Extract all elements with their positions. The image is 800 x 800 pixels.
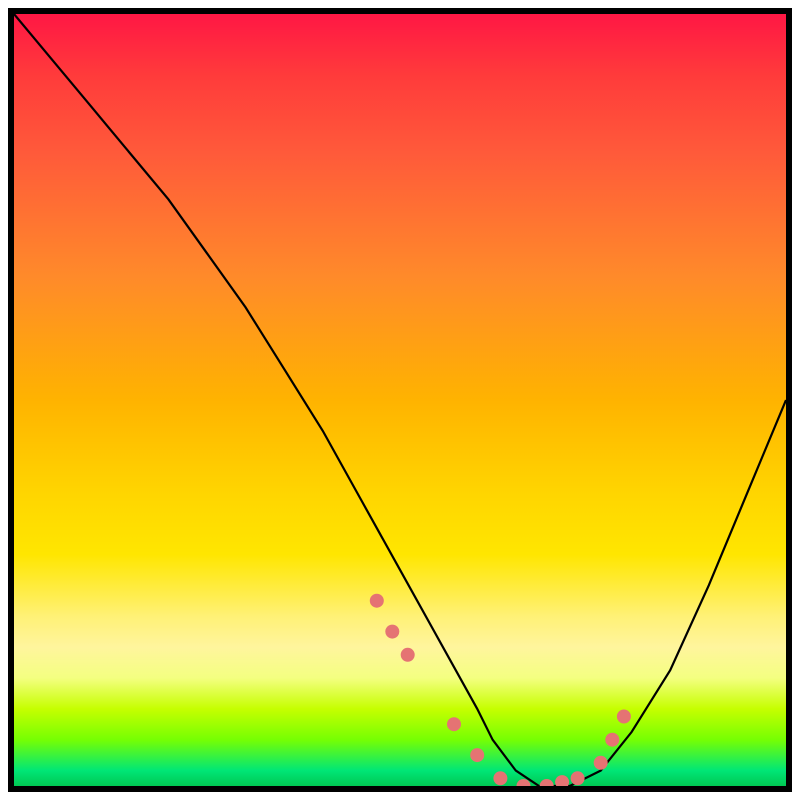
chart-frame: TheBottleneck.com [0, 0, 800, 800]
marker-dot [493, 771, 507, 785]
marker-dot [555, 775, 569, 786]
curve-layer [14, 14, 786, 786]
marker-dot [605, 733, 619, 747]
marker-dot [594, 756, 608, 770]
marker-dot [401, 648, 415, 662]
marker-dot [540, 779, 554, 786]
plot-area [8, 8, 792, 792]
marker-dot [370, 594, 384, 608]
marker-dot [571, 771, 585, 785]
marker-group [370, 594, 631, 786]
bottleneck-curve [14, 14, 786, 786]
marker-dot [617, 710, 631, 724]
marker-dot [385, 625, 399, 639]
marker-dot [470, 748, 484, 762]
marker-dot [447, 717, 461, 731]
